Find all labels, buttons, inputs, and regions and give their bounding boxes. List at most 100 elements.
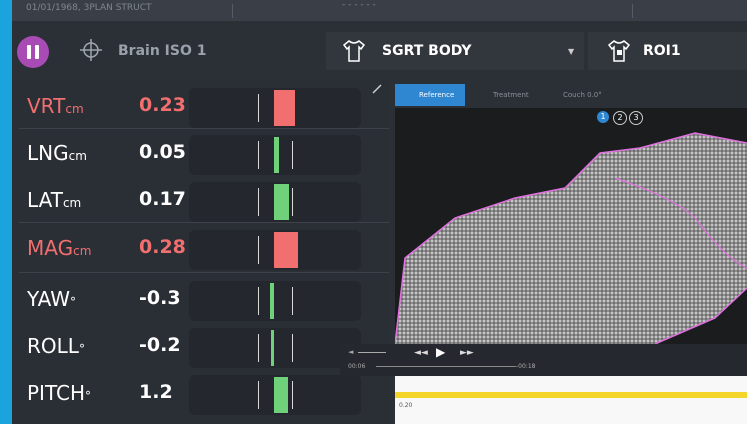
tolerance-tick [258, 287, 259, 315]
divider [232, 4, 233, 18]
tolerance-tick [292, 287, 293, 315]
view-tabs: Reference Treatment Couch 0.0° [395, 84, 747, 106]
delta-unit: cm [68, 149, 87, 163]
row-divider [19, 272, 389, 273]
tolerance-tick [292, 381, 293, 409]
delta-gauge [189, 375, 361, 415]
volume-slider[interactable] [358, 352, 386, 353]
delta-bar [270, 283, 274, 319]
tolerance-tick [292, 141, 293, 169]
divider [632, 4, 633, 18]
top-status-strip: 01/01/1968, 3PLAN STRUCT - - - - - - [12, 0, 747, 21]
delta-gauge [189, 135, 361, 175]
start-time: 00:06 [348, 363, 366, 370]
delta-gauge [189, 230, 361, 270]
play-icon[interactable]: ▶ [436, 345, 445, 359]
playback-progress[interactable] [376, 366, 516, 367]
playback-controls: ◄ 00:06 ◄◄ ▶ ►► -00:18 [340, 344, 747, 376]
delta-value: 0.28 [139, 236, 186, 258]
roi-select-label: ROI1 [643, 43, 681, 59]
couch-angle-select[interactable]: Couch 0.0° [543, 84, 623, 106]
pause-button[interactable] [17, 36, 49, 68]
delta-bar [274, 232, 298, 268]
delta-gauge [189, 182, 361, 222]
delta-row-vrt: VRTcm 0.23 [19, 84, 374, 128]
delta-value: -0.2 [139, 334, 181, 356]
camera-image: 1 2 3 [395, 108, 747, 344]
end-time: -00:18 [516, 363, 536, 370]
row-divider [19, 222, 389, 223]
tolerance-tick [258, 236, 259, 264]
tolerance-tick [258, 334, 259, 362]
delta-row-roll: ROLL° -0.2 [19, 324, 374, 368]
tab-treatment-label: Treatment [493, 91, 529, 99]
delta-row-lng: LNGcm 0.05 [19, 131, 374, 175]
surface-image [395, 108, 747, 344]
rewind-icon[interactable]: ◄◄ [414, 348, 428, 358]
tolerance-tick [258, 381, 259, 409]
delta-value: 0.17 [139, 188, 186, 210]
top-center-text: - - - - - - [342, 0, 376, 10]
volume-icon[interactable]: ◄ [348, 348, 353, 356]
delta-row-mag: MAGcm 0.28 [19, 226, 374, 270]
delta-bar [274, 377, 289, 413]
delta-row-lat: LATcm 0.17 [19, 178, 374, 222]
delta-unit: cm [73, 244, 92, 258]
delta-value: -0.3 [139, 287, 181, 309]
delta-label-text: YAW [27, 287, 71, 311]
delta-label: ROLL° [27, 334, 85, 358]
delta-unit: ° [85, 389, 92, 403]
tolerance-tick [292, 334, 293, 362]
tolerance-tick [258, 94, 259, 122]
couch-angle-label: Couch 0.0° [563, 91, 602, 99]
delta-gauge [189, 328, 361, 368]
timeline-graph[interactable]: 0.20 [395, 376, 747, 424]
delta-unit: cm [62, 196, 82, 210]
delta-unit: cm [65, 102, 84, 116]
surface-select-label: SGRT BODY [382, 43, 472, 59]
step-indicator[interactable]: 2 [613, 111, 627, 125]
delta-unit: ° [78, 342, 85, 356]
delta-label: LNGcm [27, 141, 87, 165]
delta-label-text: PITCH [27, 381, 86, 405]
delta-value: 1.2 [139, 381, 173, 403]
tolerance-tick [258, 141, 259, 169]
delta-bar [271, 330, 274, 366]
surface-select[interactable]: SGRT BODY ▼ [326, 32, 584, 70]
delta-label: MAGcm [27, 236, 91, 260]
delta-bar [274, 137, 279, 173]
roi-shirt-icon [607, 40, 631, 62]
delta-label-text: LNG [27, 141, 69, 165]
fast-forward-icon[interactable]: ►► [460, 348, 474, 358]
delta-gauge [189, 88, 361, 128]
chevron-down-icon: ▼ [568, 47, 575, 56]
delta-label: PITCH° [27, 381, 91, 405]
tab-treatment[interactable]: Treatment [473, 84, 543, 106]
delta-bar [274, 90, 295, 126]
timeline-value: 0.20 [399, 402, 413, 409]
delta-value: 0.23 [139, 94, 186, 116]
delta-row-yaw: YAW° -0.3 [19, 277, 374, 321]
delta-label-text: LAT [27, 188, 63, 212]
crosshair-icon[interactable] [80, 39, 102, 61]
step-indicator[interactable]: 1 [597, 111, 609, 123]
delta-label: LATcm [27, 188, 81, 212]
roi-select[interactable]: ROI1 [588, 32, 747, 70]
tab-reference-label: Reference [419, 91, 455, 99]
plan-name[interactable]: Brain ISO 1 [118, 43, 206, 59]
delta-label-text: MAG [27, 236, 74, 260]
delta-unit: ° [70, 295, 77, 309]
tolerance-tick [292, 188, 293, 216]
delta-label: VRTcm [27, 94, 84, 118]
tolerance-tick [258, 188, 259, 216]
delta-label-text: VRT [27, 94, 66, 118]
step-indicator[interactable]: 3 [629, 111, 643, 125]
timeline-bar [395, 392, 747, 398]
delta-label: YAW° [27, 287, 76, 311]
delta-value: 0.05 [139, 141, 186, 163]
left-accent-strip [0, 0, 12, 424]
delta-gauge [189, 281, 361, 321]
patient-breadcrumb: 01/01/1968, 3PLAN STRUCT [26, 3, 152, 13]
tab-reference[interactable]: Reference [395, 84, 465, 106]
row-divider [19, 128, 389, 129]
